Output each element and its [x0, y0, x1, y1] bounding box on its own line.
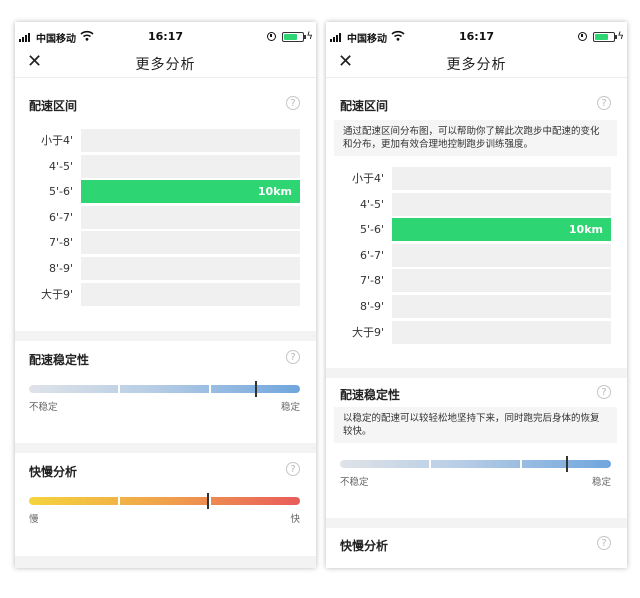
- stability-marker: [566, 456, 569, 472]
- pace-stability-section: 配速稳定性 ? 不稳定 稳定: [15, 341, 316, 443]
- help-icon[interactable]: ?: [286, 96, 300, 110]
- help-icon[interactable]: ?: [597, 536, 611, 550]
- pace-zone-label: 大于9': [351, 325, 384, 339]
- pace-zone-bar: [81, 257, 300, 280]
- pace-zone-bar: [81, 129, 300, 152]
- section-divider: [326, 368, 627, 378]
- pace-zone-bar: [81, 205, 300, 229]
- pace-zone-label: 小于4': [40, 134, 73, 147]
- pace-zone-bar: 10km: [81, 180, 300, 204]
- status-bar: 中国移动 16:17 ϟ: [15, 22, 316, 48]
- speed-analysis-section: 快慢分析 ? 慢 快: [15, 453, 316, 556]
- pace-zone-bar: 10km: [392, 218, 611, 242]
- pace-zone-bar: [392, 243, 611, 267]
- page-title: 更多分析: [135, 57, 196, 73]
- speed-scale: [29, 493, 300, 509]
- charging-icon: ϟ: [617, 31, 624, 42]
- stability-min-label: 不稳定: [29, 402, 58, 413]
- page-title: 更多分析: [446, 57, 507, 73]
- pace-zone-bar: [392, 269, 611, 293]
- stability-scale: [340, 456, 611, 472]
- speed-min-label: 慢: [29, 514, 39, 525]
- pace-zone-label: 7'-8': [359, 274, 384, 288]
- stability-marker: [255, 381, 258, 397]
- pace-stability-section: 配速稳定性 ? 以稳定的配速可以较轻松地坚持下来，同时跑完后身体的恢复较快。 不…: [326, 378, 627, 518]
- pace-zone-bar: [81, 154, 300, 178]
- speed-analysis-title: 快慢分析: [29, 465, 78, 479]
- battery-icon: [593, 32, 617, 42]
- phone-screen-left: 中国移动 16:17 ϟ ✕ 更多分析 配速区间 ? 小于4' 4'-5' 5'-6…: [15, 22, 316, 568]
- speed-analysis-title: 快慢分析: [340, 539, 389, 553]
- stability-max-label: 稳定: [280, 402, 300, 413]
- pace-zone-section: 配速区间 ? 通过配速区间分布图，可以帮助你了解此次跑步中配速的变化和分布，更加…: [326, 79, 627, 368]
- pace-zone-bar: [392, 167, 611, 190]
- stability-min-label: 不稳定: [340, 477, 369, 488]
- orientation-lock-icon: [578, 32, 587, 41]
- pace-zone-label: 5'-6': [359, 223, 384, 237]
- help-icon[interactable]: ?: [286, 350, 300, 364]
- pace-zone-section: 配速区间 ? 小于4' 4'-5' 5'-6' 10km 6'-7' 7'-8' 8'-9'…: [15, 79, 316, 331]
- nav-bar: ✕ 更多分析: [15, 48, 316, 78]
- pace-zone-distance: 10km: [257, 185, 292, 199]
- pace-zone-label: 7'-8': [48, 236, 73, 250]
- battery-icon: [282, 32, 306, 42]
- pace-stability-title: 配速稳定性: [340, 388, 401, 402]
- pace-zone-bar: [81, 282, 300, 306]
- pace-zone-label: 6'-7': [359, 248, 384, 262]
- pace-zone-description: 通过配速区间分布图，可以帮助你了解此次跑步中配速的变化和分布，更加有效合理地控制…: [334, 120, 617, 156]
- orientation-lock-icon: [267, 32, 276, 41]
- help-icon[interactable]: ?: [597, 385, 611, 399]
- pace-zone-label: 4'-5': [359, 197, 384, 211]
- pace-zone-label: 8'-9': [359, 300, 384, 313]
- speed-analysis-section: 快慢分析 ?: [326, 528, 627, 568]
- pace-zone-title: 配速区间: [29, 99, 78, 113]
- speed-marker: [206, 493, 209, 509]
- pace-stability-description: 以稳定的配速可以较轻松地坚持下来，同时跑完后身体的恢复较快。: [334, 407, 617, 443]
- pace-zone-bar: [81, 231, 300, 255]
- pace-zone-label: 5'-6': [48, 185, 73, 199]
- section-divider: [15, 556, 316, 568]
- pace-zone-bar: [392, 320, 611, 344]
- section-divider: [15, 443, 316, 453]
- pace-zone-bar: [392, 192, 611, 216]
- stability-max-label: 稳定: [591, 477, 611, 488]
- nav-bar: ✕ 更多分析: [326, 48, 627, 78]
- pace-zone-label: 4'-5': [48, 159, 73, 173]
- pace-zone-label: 8'-9': [48, 262, 73, 275]
- pace-zone-label: 小于4': [351, 172, 384, 185]
- help-icon[interactable]: ?: [286, 462, 300, 476]
- section-divider: [326, 518, 627, 528]
- pace-zone-distance: 10km: [568, 223, 603, 237]
- pace-zone-label: 6'-7': [48, 210, 73, 224]
- stability-scale: [29, 381, 300, 397]
- pace-zone-bar: [392, 295, 611, 318]
- pace-stability-title: 配速稳定性: [29, 353, 90, 367]
- speed-max-label: 快: [290, 514, 300, 525]
- charging-icon: ϟ: [306, 31, 313, 42]
- status-bar: 中国移动 16:17 ϟ: [326, 22, 627, 48]
- help-icon[interactable]: ?: [597, 96, 611, 110]
- pace-zone-label: 大于9': [40, 287, 73, 301]
- pace-zone-title: 配速区间: [340, 99, 389, 113]
- phone-screen-right: 中国移动 16:17 ϟ ✕ 更多分析 配速区间 ? 通过配速区间分布图，可以帮…: [326, 22, 627, 568]
- section-divider: [15, 331, 316, 341]
